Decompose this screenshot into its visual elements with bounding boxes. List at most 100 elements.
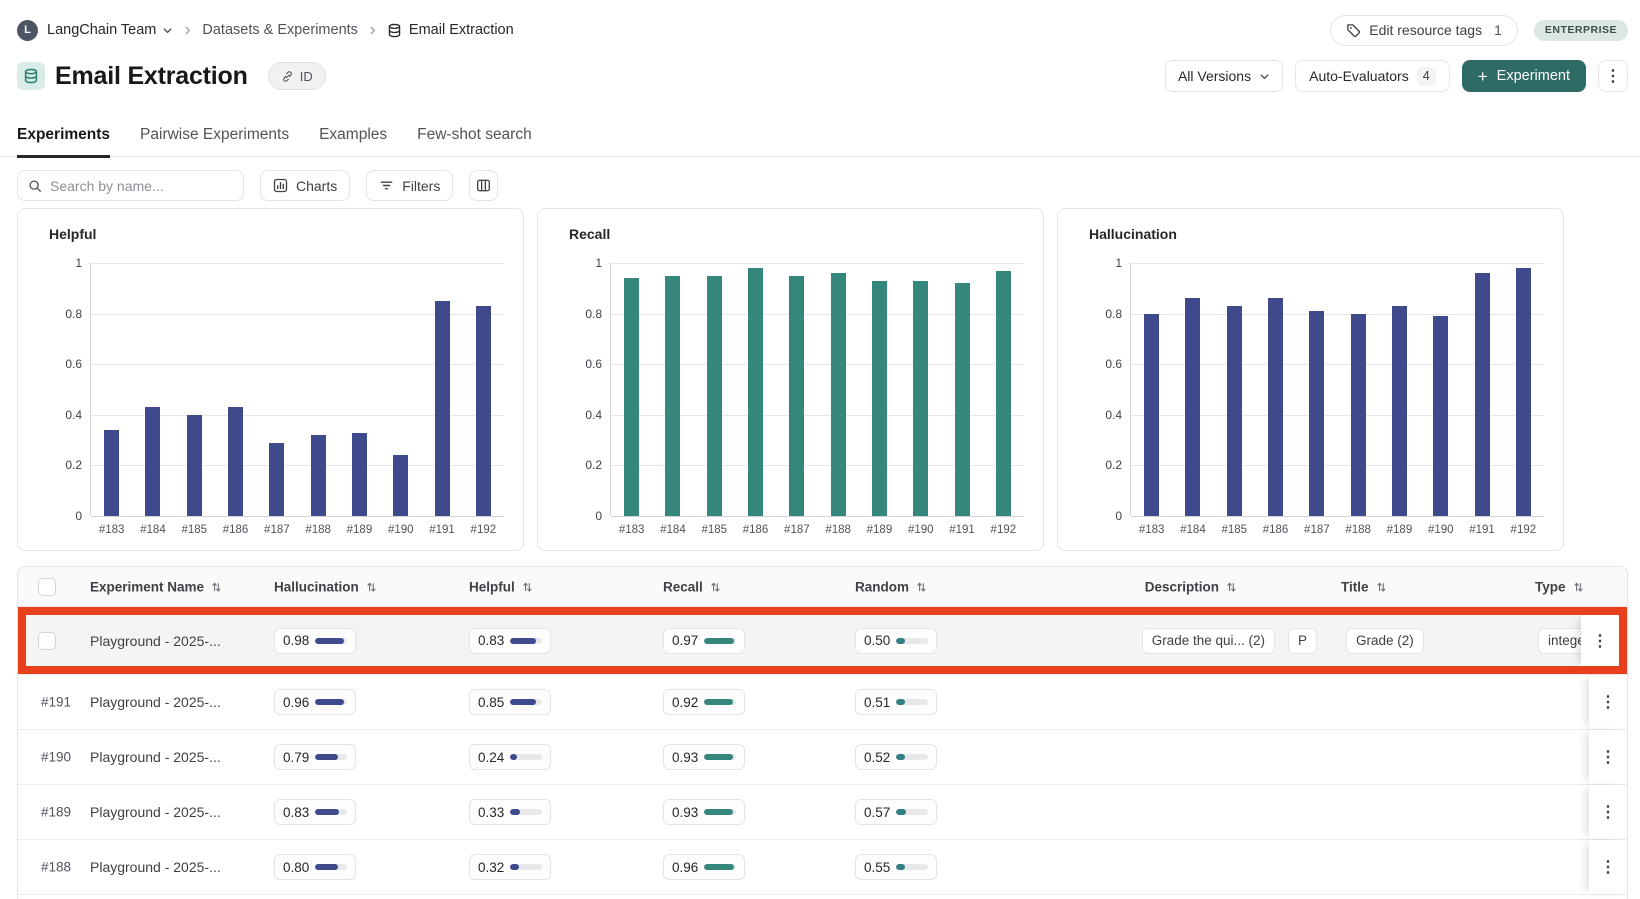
versions-dropdown[interactable]: All Versions [1165, 60, 1283, 92]
tab-few-shot-search[interactable]: Few-shot search [417, 113, 532, 157]
bar-#183 [624, 278, 639, 516]
column-header-description[interactable]: Description [1145, 579, 1237, 594]
tab-pairwise-experiments[interactable]: Pairwise Experiments [140, 113, 289, 157]
breadcrumb-section[interactable]: Datasets & Experiments [202, 22, 358, 38]
bar-#190 [1433, 316, 1448, 516]
copy-id-button[interactable]: ID [268, 62, 326, 90]
table-row-191[interactable]: #191Playground - 2025-...0.960.850.920.5… [18, 675, 1627, 730]
more-actions-button[interactable]: ⋮ [1598, 60, 1628, 92]
kebab-icon: ⋮ [1605, 66, 1621, 86]
table-body: Playground - 2025-...0.980.830.970.50Gra… [18, 607, 1627, 895]
y-axis-line [90, 263, 91, 516]
org-avatar[interactable]: L [17, 20, 38, 41]
chart-title: Recall [569, 226, 610, 242]
breadcrumb-team[interactable]: LangChain Team [47, 22, 156, 38]
pinned-actions-cell: ⋮ [1589, 675, 1627, 729]
columns-button[interactable] [469, 170, 498, 201]
score-bar-fill [510, 754, 517, 760]
column-header-title[interactable]: Title [1341, 579, 1387, 594]
y-tick-label: 1 [1082, 256, 1122, 270]
experiment-name[interactable]: Playground - 2025-... [90, 633, 221, 649]
score-value: 0.57 [864, 805, 890, 820]
x-tick-label: #190 [378, 524, 424, 536]
random-score-pill: 0.50 [855, 628, 937, 654]
column-header-random[interactable]: Random [855, 579, 927, 594]
gridline [91, 263, 504, 264]
auto-evaluators-label: Auto-Evaluators [1309, 68, 1409, 84]
row-kebab-icon[interactable]: ⋮ [1600, 857, 1616, 877]
score-bar-fill [315, 638, 344, 644]
random-score-pill: 0.55 [855, 854, 937, 880]
chevron-down-icon[interactable] [162, 25, 173, 36]
score-bar-track [315, 864, 347, 870]
auto-evaluators-button[interactable]: Auto-Evaluators 4 [1295, 60, 1450, 92]
x-tick-label: #192 [460, 524, 506, 536]
random-score-pill: 0.51 [855, 689, 937, 715]
row-kebab-icon[interactable]: ⋮ [1600, 747, 1616, 767]
row-checkbox[interactable] [38, 632, 56, 650]
gridline [611, 516, 1024, 517]
tab-bar: Experiments Pairwise Experiments Example… [0, 113, 1640, 157]
column-header-experiment-name[interactable]: Experiment Name [90, 579, 222, 594]
experiment-name[interactable]: Playground - 2025-... [90, 694, 221, 710]
score-bar-track [896, 699, 928, 705]
y-tick-label: 1 [562, 256, 602, 270]
table-row-188[interactable]: #188Playground - 2025-...0.800.320.960.5… [18, 840, 1627, 895]
bar-#192 [476, 306, 491, 516]
select-all-checkbox[interactable] [38, 578, 56, 596]
row-index: #189 [41, 805, 71, 820]
column-header-helpful[interactable]: Helpful [469, 579, 533, 594]
score-value: 0.96 [672, 860, 698, 875]
x-tick-label: #192 [980, 524, 1026, 536]
pinned-actions-cell: ⋮ [1589, 840, 1627, 894]
tab-examples[interactable]: Examples [319, 113, 387, 157]
hallucination-bar-chart: 00.20.40.60.81#183#184#185#186#187#188#1… [1131, 263, 1544, 516]
edit-resource-tags-button[interactable]: Edit resource tags 1 [1330, 15, 1518, 46]
pinned-actions-cell: ⋮ [1581, 615, 1619, 666]
x-tick-label: #184 [650, 524, 696, 536]
column-header-type[interactable]: Type [1535, 579, 1584, 594]
score-bar-track [510, 809, 542, 815]
experiment-name[interactable]: Playground - 2025-... [90, 749, 221, 765]
y-tick-label: 0.6 [1082, 357, 1122, 371]
hallucination-score-pill: 0.98 [274, 628, 356, 654]
edit-resource-tags-label: Edit resource tags [1369, 22, 1482, 38]
y-tick-label: 0.4 [42, 408, 82, 422]
bar-#186 [748, 268, 763, 516]
row-kebab-icon[interactable]: ⋮ [1600, 802, 1616, 822]
score-value: 0.98 [283, 633, 309, 648]
score-value: 0.93 [672, 750, 698, 765]
table-row-189[interactable]: #189Playground - 2025-...0.830.330.930.5… [18, 785, 1627, 840]
sort-icon [1571, 580, 1584, 593]
new-experiment-button[interactable]: + Experiment [1462, 60, 1586, 92]
bar-#184 [665, 276, 680, 516]
x-tick-label: #190 [1418, 524, 1464, 536]
x-tick-label: #188 [1335, 524, 1381, 536]
page-header: Email Extraction ID All Versions Auto-Ev… [17, 59, 1628, 93]
tab-experiments[interactable]: Experiments [17, 113, 110, 157]
table-row-highlighted[interactable]: Playground - 2025-...0.980.830.970.50Gra… [18, 607, 1627, 675]
charts-button[interactable]: Charts [260, 170, 350, 201]
row-kebab-icon[interactable]: ⋮ [1600, 692, 1616, 712]
hallucination-score-pill: 0.80 [274, 854, 356, 880]
score-bar-fill [704, 864, 734, 870]
x-tick-label: #186 [733, 524, 779, 536]
experiment-name[interactable]: Playground - 2025-... [90, 859, 221, 875]
score-bar-track [704, 809, 736, 815]
title-chip: Grade (2) [1346, 628, 1424, 654]
score-bar-fill [315, 809, 339, 815]
bar-#183 [1144, 314, 1159, 516]
column-header-hallucination[interactable]: Hallucination [274, 579, 377, 594]
search-input[interactable] [50, 178, 233, 194]
column-header-recall[interactable]: Recall [663, 579, 721, 594]
row-kebab-icon[interactable]: ⋮ [1592, 631, 1608, 651]
filters-button[interactable]: Filters [366, 170, 453, 201]
experiment-name[interactable]: Playground - 2025-... [90, 804, 221, 820]
y-axis-line [1130, 263, 1131, 516]
x-tick-label: #184 [130, 524, 176, 536]
chevron-right-icon [367, 25, 378, 36]
sort-icon [1224, 580, 1237, 593]
hallucination-score-pill: 0.96 [274, 689, 356, 715]
experiments-toolbar: Charts Filters [17, 170, 498, 201]
table-row-190[interactable]: #190Playground - 2025-...0.790.240.930.5… [18, 730, 1627, 785]
